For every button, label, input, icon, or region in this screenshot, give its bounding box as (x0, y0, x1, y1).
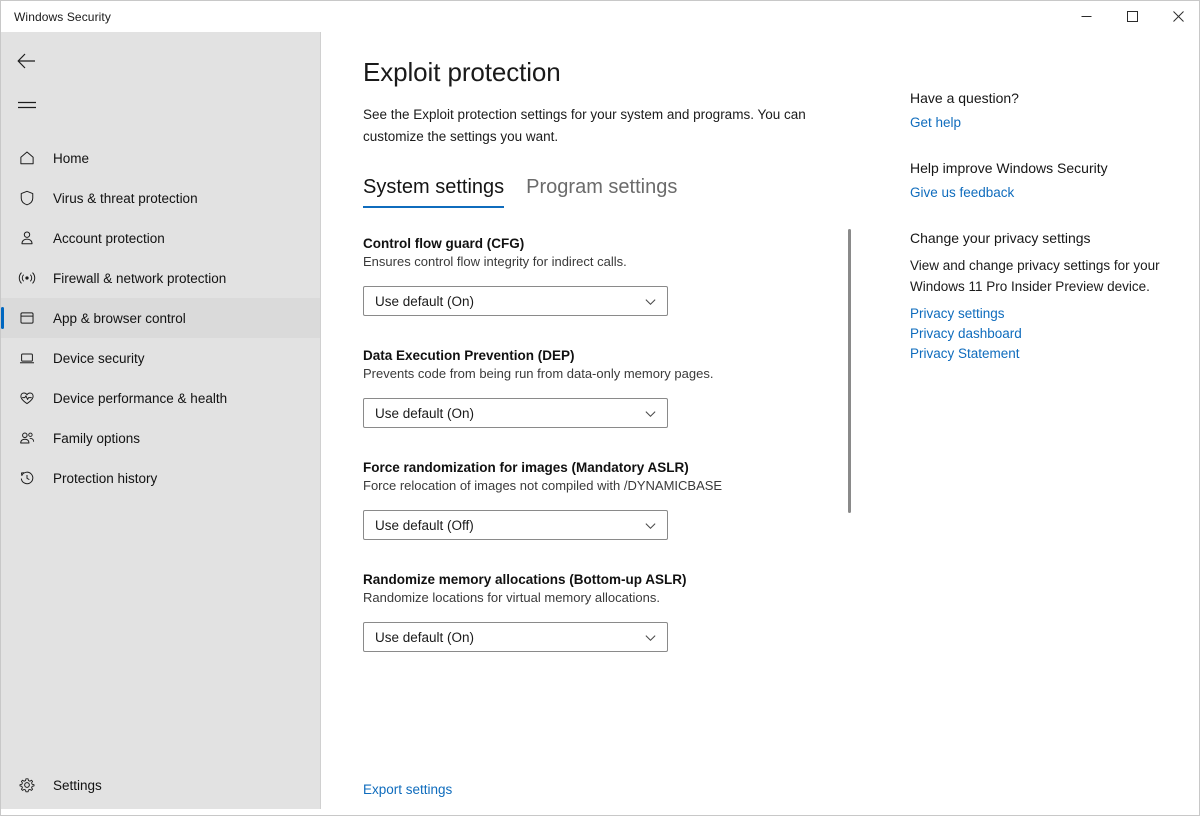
sidebar-item-protection-history[interactable]: Protection history (1, 458, 320, 498)
get-help-link[interactable]: Get help (910, 115, 1180, 130)
sidebar-item-settings[interactable]: Settings (1, 765, 321, 805)
maximize-icon (1126, 11, 1138, 22)
setting-section-bottom-up-aslr: Randomize memory allocations (Bottom-up … (363, 572, 903, 652)
chevron-down-icon (644, 631, 657, 644)
page-description: See the Exploit protection settings for … (363, 107, 806, 144)
sidebar-item-label: Firewall & network protection (53, 270, 227, 286)
info-heading: Change your privacy settings (910, 230, 1091, 246)
sidebar: Home Virus & threat protection Account p… (1, 32, 321, 811)
setting-title: Control flow guard (CFG) (363, 236, 525, 251)
dropdown-value: Use default (On) (375, 629, 475, 645)
export-settings-link[interactable]: Export settings (363, 782, 452, 797)
scrollbar-thumb[interactable] (848, 229, 851, 513)
setting-description: Prevents code from being run from data-o… (363, 366, 714, 381)
content-scrollbar[interactable] (843, 32, 855, 811)
privacy-statement-link[interactable]: Privacy Statement (910, 346, 1180, 361)
dropdown-value: Use default (Off) (375, 517, 474, 533)
window-title: Windows Security (14, 9, 111, 24)
sidebar-item-device-security[interactable]: Device security (1, 338, 320, 378)
setting-dropdown-bottom-up-aslr[interactable]: Use default (On) (363, 622, 668, 652)
page-title: Exploit protection (363, 57, 561, 87)
sidebar-item-family-options[interactable]: Family options (1, 418, 320, 458)
heart-pulse-icon (15, 389, 39, 407)
privacy-settings-link[interactable]: Privacy settings (910, 306, 1180, 321)
right-info-panel: Have a question? Get help Help improve W… (910, 90, 1180, 391)
sidebar-item-virus-threat-protection[interactable]: Virus & threat protection (1, 178, 320, 218)
sidebar-item-label: Account protection (53, 230, 165, 246)
sidebar-item-device-performance-health[interactable]: Device performance & health (1, 378, 320, 418)
sidebar-item-label: Device security (53, 350, 145, 366)
tab-system-settings[interactable]: System settings (363, 176, 505, 208)
setting-description: Force relocation of images not compiled … (363, 478, 723, 493)
minimize-button[interactable] (1063, 1, 1109, 32)
info-heading: Have a question? (910, 90, 1019, 106)
person-icon (15, 229, 39, 247)
close-button[interactable] (1155, 1, 1199, 32)
setting-title: Force randomization for images (Mandator… (363, 460, 689, 475)
info-block-privacy-settings: Change your privacy settings View and ch… (910, 230, 1180, 361)
people-icon (15, 429, 39, 447)
info-block-have-a-question: Have a question? Get help (910, 90, 1180, 130)
info-heading: Help improve Windows Security (910, 160, 1108, 176)
laptop-icon (15, 349, 39, 367)
give-us-feedback-link[interactable]: Give us feedback (910, 185, 1180, 200)
info-text: View and change privacy settings for you… (910, 258, 1160, 294)
maximize-button[interactable] (1109, 1, 1155, 32)
chevron-down-icon (644, 407, 657, 420)
sidebar-item-label: Family options (53, 430, 141, 446)
main-content: Exploit protection See the Exploit prote… (322, 32, 1199, 811)
setting-title: Randomize memory allocations (Bottom-up … (363, 572, 687, 587)
hamburger-icon (18, 101, 36, 109)
window-bottom-strip (1, 809, 1199, 815)
setting-dropdown-mandatory-aslr[interactable]: Use default (Off) (363, 510, 668, 540)
minimize-icon (1081, 16, 1091, 17)
history-clock-icon (15, 469, 39, 487)
settings-sections: Control flow guard (CFG) Ensures control… (363, 236, 903, 684)
setting-section-dep: Data Execution Prevention (DEP) Prevents… (363, 348, 903, 428)
sidebar-item-label: Home (53, 150, 90, 166)
setting-dropdown-dep[interactable]: Use default (On) (363, 398, 668, 428)
windows-security-window: Windows Security Home Virus & threat pro… (0, 0, 1200, 816)
close-icon (1172, 11, 1184, 22)
privacy-dashboard-link[interactable]: Privacy dashboard (910, 326, 1180, 341)
sidebar-item-account-protection[interactable]: Account protection (1, 218, 320, 258)
menu-button[interactable] (5, 84, 49, 126)
dropdown-value: Use default (On) (375, 293, 475, 309)
sidebar-item-firewall-network-protection[interactable]: Firewall & network protection (1, 258, 320, 298)
info-block-help-improve: Help improve Windows Security Give us fe… (910, 160, 1180, 200)
dropdown-value: Use default (On) (375, 405, 475, 421)
setting-title: Data Execution Prevention (DEP) (363, 348, 575, 363)
setting-section-mandatory-aslr: Force randomization for images (Mandator… (363, 460, 903, 540)
app-window-icon (15, 309, 39, 327)
home-icon (15, 149, 39, 167)
back-arrow-icon (17, 53, 35, 69)
back-button[interactable] (5, 40, 49, 82)
sidebar-item-home[interactable]: Home (1, 138, 320, 178)
setting-description: Randomize locations for virtual memory a… (363, 590, 660, 605)
export-settings-bar: Export settings (322, 767, 1199, 811)
gear-icon (15, 776, 39, 794)
sidebar-item-label: Device performance & health (53, 390, 228, 406)
sidebar-nav-list: Home Virus & threat protection Account p… (1, 138, 320, 498)
tab-bar: System settings Program settings (363, 176, 677, 208)
sidebar-item-label: App & browser control (53, 310, 186, 326)
broadcast-icon (15, 269, 39, 287)
title-bar: Windows Security (1, 1, 1199, 32)
setting-description: Ensures control flow integrity for indir… (363, 254, 627, 269)
sidebar-item-app-browser-control[interactable]: App & browser control (1, 298, 320, 338)
setting-dropdown-cfg[interactable]: Use default (On) (363, 286, 668, 316)
sidebar-item-label: Virus & threat protection (53, 190, 198, 206)
setting-section-cfg: Control flow guard (CFG) Ensures control… (363, 236, 903, 316)
tab-program-settings[interactable]: Program settings (526, 176, 677, 208)
shield-icon (15, 189, 39, 207)
chevron-down-icon (644, 519, 657, 532)
sidebar-item-label: Settings (53, 777, 102, 793)
sidebar-item-label: Protection history (53, 470, 158, 486)
chevron-down-icon (644, 295, 657, 308)
